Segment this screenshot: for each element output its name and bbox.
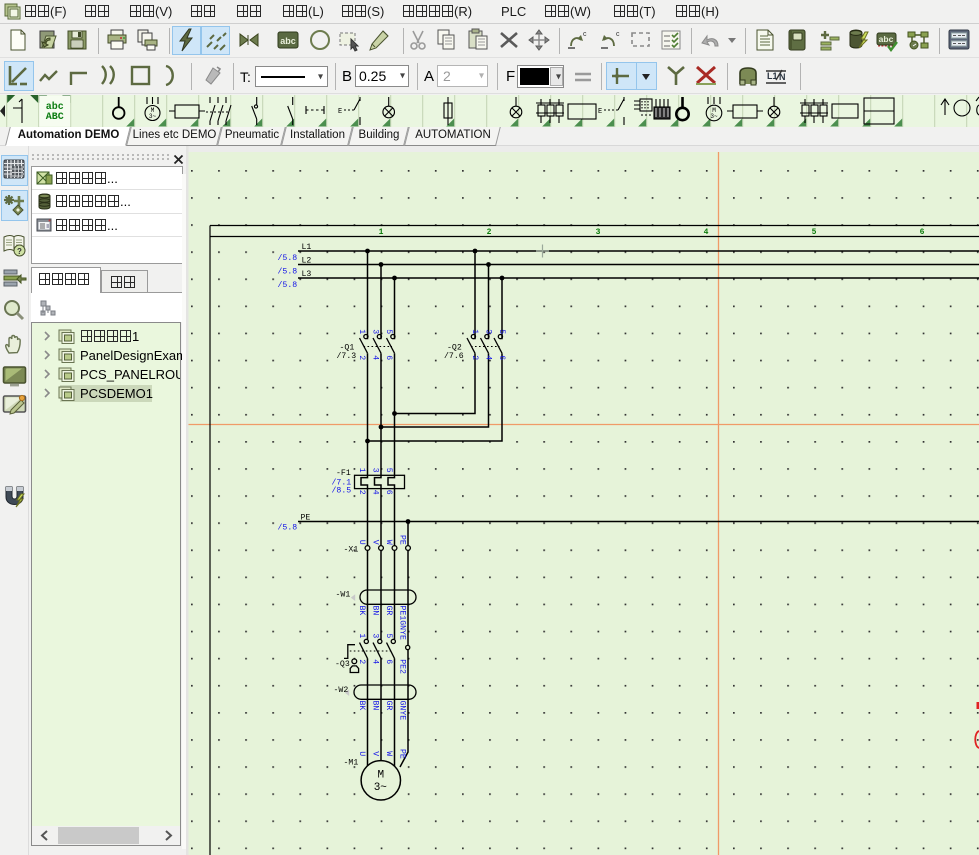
- svg-text:4: 4: [704, 228, 709, 237]
- svg-text:3: 3: [596, 228, 601, 237]
- svg-text:1: 1: [379, 228, 384, 237]
- svg-text:PE: PE: [301, 514, 311, 523]
- svg-text:5: 5: [384, 468, 393, 473]
- svg-text:5: 5: [497, 329, 506, 334]
- svg-text:-Q3: -Q3: [335, 660, 350, 669]
- svg-text:BN: BN: [371, 606, 380, 616]
- svg-text:M: M: [377, 770, 384, 782]
- svg-text:1: 1: [357, 633, 366, 638]
- svg-text:/5.8: /5.8: [278, 280, 298, 290]
- svg-text:4: 4: [371, 659, 380, 664]
- svg-text:BN: BN: [371, 701, 380, 711]
- svg-text:/5.8: /5.8: [278, 523, 298, 533]
- svg-text:E: E: [598, 108, 602, 116]
- svg-text:6: 6: [384, 355, 393, 360]
- svg-text:6: 6: [384, 490, 393, 495]
- svg-text:2: 2: [470, 355, 479, 360]
- svg-text:-W1: -W1: [336, 591, 351, 600]
- svg-text:/5.8: /5.8: [278, 267, 298, 277]
- svg-text:PE1GNYE: PE1GNYE: [398, 606, 407, 640]
- svg-text:-M1: -M1: [344, 759, 359, 768]
- svg-text:GR: GR: [384, 701, 393, 711]
- svg-text:GNYE: GNYE: [398, 701, 407, 721]
- svg-text:4: 4: [371, 490, 380, 495]
- svg-text:6: 6: [384, 659, 393, 664]
- svg-text:c: c: [583, 31, 587, 38]
- svg-text:6: 6: [920, 228, 925, 237]
- svg-text:U: U: [357, 540, 366, 545]
- svg-text:3~: 3~: [710, 113, 718, 120]
- svg-text:1: 1: [357, 468, 366, 473]
- svg-text:5: 5: [812, 228, 817, 237]
- svg-text:3: 3: [371, 633, 380, 638]
- svg-text:2: 2: [357, 355, 366, 360]
- svg-text:N: N: [779, 72, 786, 82]
- svg-text:GR: GR: [384, 606, 393, 616]
- svg-text:6: 6: [497, 355, 506, 360]
- svg-text:4: 4: [484, 355, 493, 360]
- svg-text:-W2: -W2: [334, 686, 349, 695]
- svg-text:W: W: [384, 751, 393, 756]
- svg-text:ABC: ABC: [46, 112, 64, 123]
- svg-text:/5.8: /5.8: [278, 253, 298, 263]
- svg-text:W: W: [384, 540, 393, 545]
- svg-text:PE2: PE2: [398, 659, 407, 674]
- svg-text:-F1: -F1: [336, 469, 351, 478]
- svg-text:?: ?: [17, 247, 22, 256]
- svg-text:BK: BK: [357, 606, 366, 616]
- svg-text:U: U: [357, 751, 366, 756]
- svg-text:V: V: [371, 540, 380, 545]
- svg-text:L3: L3: [302, 270, 312, 279]
- svg-text:/7.6: /7.6: [444, 351, 464, 361]
- svg-text:3: 3: [484, 329, 493, 334]
- svg-text:L1: L1: [302, 243, 312, 252]
- svg-text:4: 4: [371, 355, 380, 360]
- svg-text:3~: 3~: [374, 782, 388, 794]
- svg-text:2: 2: [487, 228, 492, 237]
- svg-text:-X1: -X1: [344, 546, 359, 555]
- svg-text:/7.3: /7.3: [337, 351, 357, 361]
- svg-text:1: 1: [357, 329, 366, 334]
- svg-text:E: E: [338, 108, 342, 116]
- svg-text:PE: PE: [398, 535, 407, 545]
- svg-text:3: 3: [371, 468, 380, 473]
- svg-text:5: 5: [384, 329, 393, 334]
- svg-text:L2: L2: [302, 257, 312, 266]
- svg-text:2: 2: [357, 659, 366, 664]
- svg-text:c: c: [616, 31, 620, 38]
- svg-text:2: 2: [357, 490, 366, 495]
- svg-text:V: V: [371, 751, 380, 756]
- svg-text:PE: PE: [398, 749, 407, 759]
- svg-text:abc: abc: [280, 36, 296, 46]
- svg-text:5: 5: [384, 633, 393, 638]
- svg-text:1: 1: [470, 329, 479, 334]
- svg-text:3: 3: [371, 329, 380, 334]
- svg-text:BK: BK: [357, 701, 366, 711]
- svg-text:3~: 3~: [149, 113, 157, 120]
- svg-text:abc: abc: [879, 34, 894, 44]
- svg-text:/8.5: /8.5: [332, 485, 352, 495]
